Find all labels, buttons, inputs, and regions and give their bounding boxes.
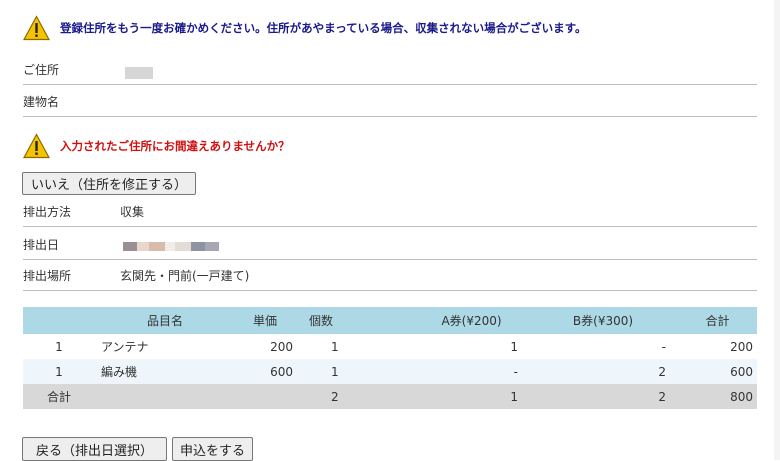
row-ticket-a: 1 — [415, 334, 528, 359]
row-total: 200 — [678, 334, 757, 359]
table-row: 1 アンテナ 200 1 1 - 200 — [23, 334, 757, 359]
col-header-item: 品目名 — [95, 307, 235, 334]
confirm-warning: 入力されたご住所にお間違えありませんか？ — [23, 133, 290, 159]
row-item: アンテナ — [95, 334, 235, 359]
table-total-row: 合計 2 1 2 800 — [23, 384, 757, 409]
total-ticket-b: 2 — [528, 384, 678, 409]
place-value: 玄関先・門前(一戸建て) — [120, 269, 250, 283]
place-label: 排出場所 — [23, 269, 72, 283]
table-header-row: 品目名 単価 個数 A券(¥200) B券(¥300) 合計 — [23, 307, 757, 334]
place-row: 排出場所 玄関先・門前(一戸建て) — [23, 260, 757, 291]
row-ticket-a: - — [415, 359, 528, 384]
fix-address-button[interactable]: いいえ（住所を修正する） — [22, 172, 196, 195]
building-label: 建物名 — [23, 95, 60, 109]
total-label: 合計 — [23, 384, 95, 409]
total-amount: 800 — [678, 384, 757, 409]
row-total: 600 — [678, 359, 757, 384]
method-row: 排出方法 収集 — [23, 196, 757, 227]
date-row: 排出日 — [23, 227, 757, 260]
address-row: ご住所 — [23, 55, 757, 85]
top-warning: 登録住所をもう一度お確かめください。住所があやまっている場合、収集されない場合が… — [23, 15, 586, 41]
row-ticket-b: 2 — [528, 359, 678, 384]
pickup-confirmation-page: 登録住所をもう一度お確かめください。住所があやまっている場合、収集されない場合が… — [0, 0, 780, 461]
method-label: 排出方法 — [23, 205, 72, 219]
row-price: 200 — [235, 334, 295, 359]
row-item: 編み機 — [95, 359, 235, 384]
address-value-redacted — [125, 67, 153, 79]
warning-icon — [23, 133, 50, 159]
top-warning-text: 登録住所をもう一度お確かめください。住所があやまっている場合、収集されない場合が… — [60, 21, 587, 35]
row-count: 1 — [23, 359, 95, 384]
row-ticket-b: - — [528, 334, 678, 359]
col-header-qty: 個数 — [295, 307, 415, 334]
date-label: 排出日 — [23, 238, 60, 252]
back-button[interactable]: 戻る（排出日選択） — [22, 437, 167, 461]
total-qty: 2 — [295, 384, 415, 409]
items-table: 品目名 単価 個数 A券(¥200) B券(¥300) 合計 1 アンテナ 20… — [23, 307, 757, 409]
warning-icon — [23, 15, 50, 41]
row-price: 600 — [235, 359, 295, 384]
row-qty: 1 — [295, 359, 415, 384]
col-header-ticket-b: B券(¥300) — [528, 307, 678, 334]
apply-button[interactable]: 申込をする — [172, 437, 253, 461]
row-count: 1 — [23, 334, 95, 359]
confirm-warning-text: 入力されたご住所にお間違えありませんか？ — [60, 139, 290, 153]
row-qty: 1 — [295, 334, 415, 359]
col-header — [23, 307, 95, 334]
col-header-unit-price: 単価 — [235, 307, 295, 334]
total-ticket-a: 1 — [415, 384, 528, 409]
page-edge — [774, 0, 780, 460]
address-label: ご住所 — [23, 63, 60, 77]
total-price — [235, 384, 295, 409]
building-row: 建物名 — [23, 85, 757, 117]
col-header-ticket-a: A券(¥200) — [415, 307, 528, 334]
method-value: 収集 — [120, 205, 145, 219]
col-header-total: 合計 — [678, 307, 757, 334]
table-row: 1 編み機 600 1 - 2 600 — [23, 359, 757, 384]
total-item — [95, 384, 235, 409]
